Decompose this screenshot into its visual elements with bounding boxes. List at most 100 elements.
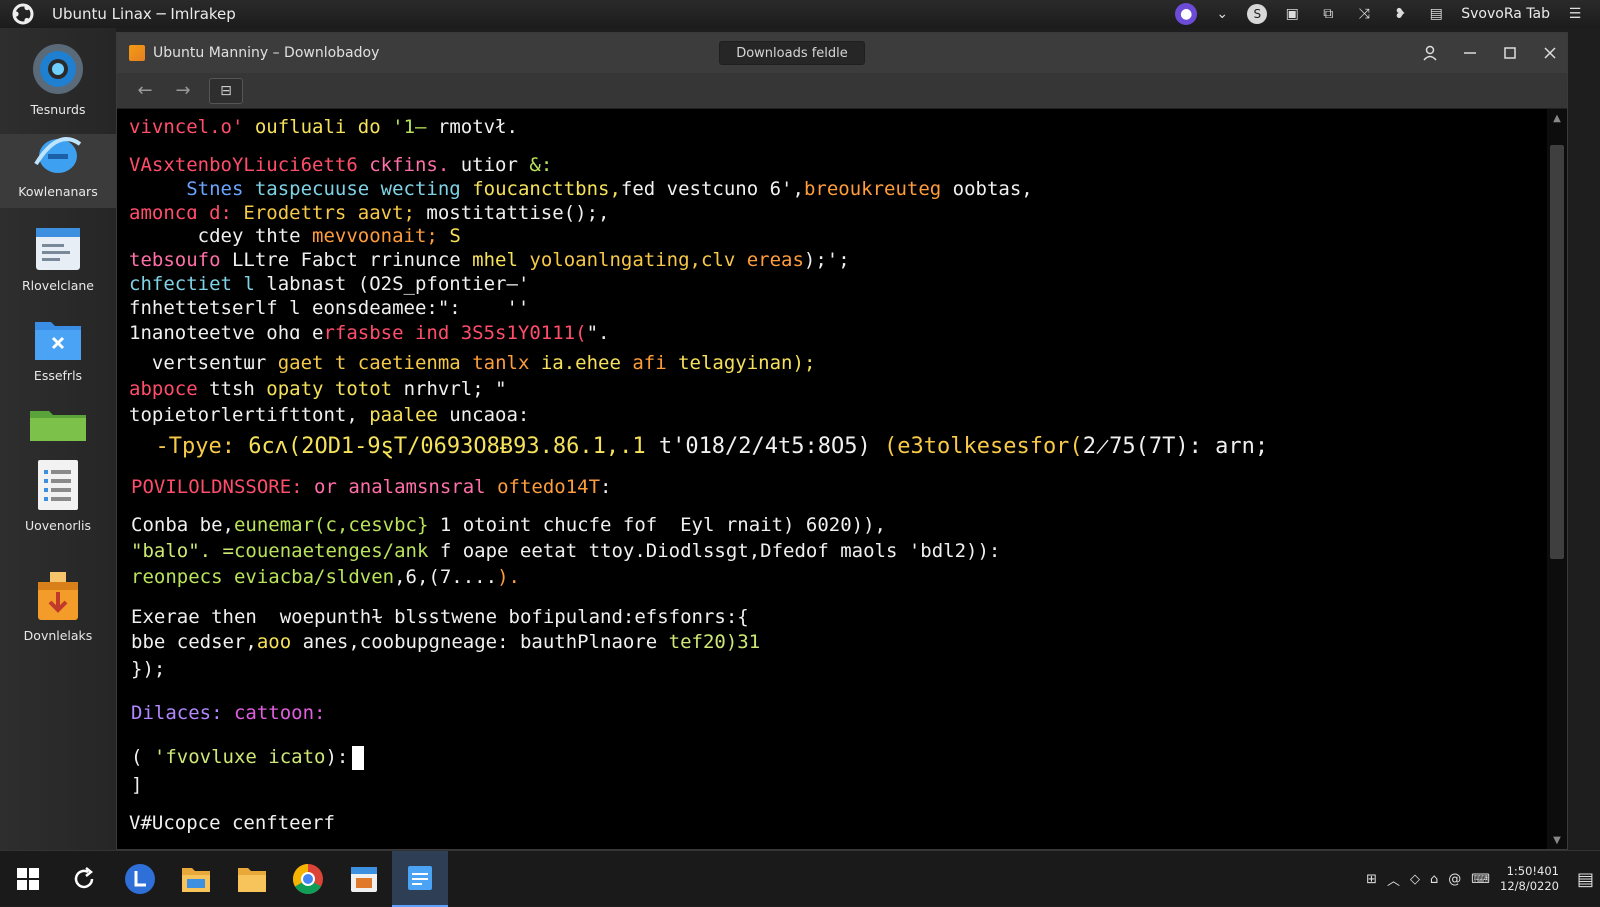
chevron-down-icon[interactable]: ⌄ (1211, 3, 1233, 25)
terminal-text: tebsoufo (129, 249, 232, 271)
user-icon[interactable] (1421, 44, 1439, 62)
chat-icon[interactable]: ❥ (1389, 3, 1411, 25)
terminal-text: nrhvrl; " (403, 378, 507, 400)
terminal-text: VAsxtenboYLiuci6ett6 (129, 154, 370, 176)
document-window-icon (36, 228, 80, 270)
scroll-thumb[interactable] (1550, 145, 1564, 559)
window-titlebar[interactable]: Ubuntu Manniny – Downlobadoy Downloads f… (117, 33, 1567, 73)
dock-item-tesnurds[interactable]: Tesnurds (0, 42, 116, 128)
clipboard-icon[interactable]: ⧉ (1317, 3, 1339, 25)
browser-e-icon (34, 137, 82, 173)
terminal-line: reonpecs eviacba/sldven,6,(7....). (131, 565, 520, 589)
terminal-line: abpoce ttsh opaty totot nrhvrl; " (129, 377, 507, 401)
terminal-text: t'018/2/4t5:8O5) (658, 434, 884, 459)
notification-icon[interactable]: ▤ (1577, 869, 1594, 890)
maximize-icon[interactable] (1501, 44, 1519, 62)
close-icon[interactable] (1541, 44, 1559, 62)
purple-app-icon[interactable]: ● (1175, 3, 1198, 25)
share-icon[interactable]: ⤨ (1353, 3, 1375, 25)
terminal-text: anes,coobupgneage: bauthPlnaore (302, 631, 669, 653)
refresh-icon[interactable] (56, 851, 112, 907)
terminal-text: or analamsnsral (314, 476, 498, 498)
terminal-text: utior (460, 154, 530, 176)
app-icon (129, 45, 145, 61)
clock-date: 12/8/0220 (1500, 879, 1559, 893)
file-manager-icon[interactable] (168, 851, 224, 907)
terminal-text: breoukreuteg (803, 178, 953, 200)
terminal-text: Exerae then woepunthɫ blsstwene (131, 606, 509, 628)
chevron-up-icon[interactable]: ︿ (1387, 870, 1400, 889)
terminal-scrollbar[interactable]: ▲ ▼ (1547, 109, 1567, 849)
top-system-bar: Ubuntu Linax ─ Imlrakep ● ⌄ S ▣ ⧉ ⤨ ❥ ▤ … (0, 0, 1600, 28)
system-tray: ● ⌄ S ▣ ⧉ ⤨ ❥ ▤ SvovoRa Tab ☰ (1175, 0, 1600, 28)
terminal-text: fnhettetserlf l eonsdeamee:": (129, 297, 473, 319)
dock-item-green-folder[interactable] (0, 408, 116, 450)
terminal-text: mevvoonait; (312, 225, 450, 247)
calendar-app-icon[interactable] (336, 851, 392, 907)
home-icon[interactable]: ⌂ (1430, 872, 1438, 887)
terminal-text: LLtre Fabct rrinunce (231, 249, 473, 271)
dock-item-rlovelclane[interactable]: Rlovelclane (0, 226, 116, 304)
dock-item-uovenorlis[interactable]: Uovenorlis (0, 458, 116, 542)
terminal-text: &: (529, 154, 553, 176)
terminal-text: tanlx (472, 352, 541, 374)
clock-time: 1:50!401 (1506, 864, 1559, 878)
forward-arrow-icon[interactable]: → (169, 77, 197, 105)
terminal-text: oufluali do (254, 116, 393, 138)
terminal-text: bbe cedser, (131, 631, 257, 653)
dock-label: Dovnlelaks (23, 628, 93, 643)
terminal-line: amoncɑ d: Erodettrs aavt; mostitattise()… (129, 201, 609, 225)
blue-l-app-icon[interactable] (112, 851, 168, 907)
terminal-line: VAsxtenboYLiuci6ett6 ckfins. utior &: (129, 153, 552, 177)
back-arrow-icon[interactable]: ← (131, 77, 159, 105)
terminal-line: V#Ucopce cenfteerf (129, 811, 335, 835)
at-icon[interactable]: @ (1448, 872, 1461, 887)
left-dock: Tesnurds Kowlenanars Rlovelclane Essefrl… (0, 28, 116, 850)
sidebar-toggle-icon[interactable]: ⊟ (209, 77, 243, 104)
terminal-text: oobtas, (952, 178, 1033, 200)
terminal-line: Dilaces: cattoon: (131, 701, 325, 725)
scroll-down-icon[interactable]: ▼ (1547, 831, 1567, 849)
window-switch-icon[interactable]: ▣ (1281, 3, 1303, 25)
system-title: Ubuntu Linax ─ Imlrakep (52, 5, 236, 23)
notes-app-icon[interactable] (392, 850, 448, 907)
ubuntu-logo-icon[interactable] (12, 3, 34, 25)
terminal-text: cattoon: (233, 702, 326, 724)
terminal-text: cdey thte (129, 225, 313, 247)
windows-start-icon[interactable] (0, 851, 56, 907)
terminal-line: chfectiet l labnast (O2S_pfontier–' (129, 272, 529, 296)
skype-icon[interactable]: S (1247, 4, 1268, 24)
terminal-text: ): (325, 746, 349, 768)
terminal-text: ttsh (209, 378, 267, 400)
terminal-text: ( (131, 746, 154, 768)
chrome-icon[interactable] (280, 851, 336, 907)
dock-item-essefrls[interactable]: Essefrls (0, 316, 116, 394)
terminal-text: ereas (746, 249, 804, 271)
network-icon[interactable]: ⊞ (1366, 872, 1377, 887)
terminal-line: tebsoufo LLtre Fabct rrinunce mhel yoloa… (129, 248, 850, 272)
menu-icon[interactable]: ☰ (1564, 3, 1586, 25)
scroll-up-icon[interactable]: ▲ (1547, 109, 1567, 127)
terminal-text: oftedo14T (497, 476, 601, 498)
taskbar: ⊞ ︿ ◇ ⌂ @ ⌨ 1:50!401 12/8/0220 ▤ (0, 850, 1600, 907)
terminal-text: abpoce (129, 378, 210, 400)
keyboard-icon[interactable]: ⌨ (1471, 872, 1490, 887)
clock[interactable]: 1:50!401 12/8/0220 (1500, 864, 1559, 894)
tray-tab-label[interactable]: SvovoRa Tab (1461, 6, 1550, 22)
downloads-tab-pill[interactable]: Downloads feldle (719, 41, 865, 65)
dock-item-kowlenanars[interactable]: Kowlenanars (0, 134, 116, 208)
diamond-icon[interactable]: ◇ (1410, 872, 1420, 887)
minimize-icon[interactable] (1461, 44, 1479, 62)
dock-item-dovnlelaks[interactable]: Dovnlelaks (0, 570, 116, 656)
terminal-output[interactable]: vivncel.o' oufluali do '1– rmotvł. VAsxte… (117, 109, 1549, 849)
terminal-text: ckfins. (369, 154, 461, 176)
window-controls (1421, 33, 1559, 73)
terminal-text: "balo". = (131, 540, 234, 562)
terminal-text: 6cʌ(2OD1-9ȿT/0693O8Ƀ93.86.1,.1 (248, 434, 659, 459)
screen-icon[interactable]: ▤ (1425, 3, 1447, 25)
terminal-line: vertsentɯr gaet t caetienma tanlx ia.ehe… (129, 351, 816, 375)
folder-icon[interactable] (224, 851, 280, 907)
terminal-text: '' (472, 297, 530, 319)
terminal-line: topietorlertifttont, paalee uncaoa: (129, 403, 529, 427)
terminal-text: rmotvł. (437, 116, 518, 138)
